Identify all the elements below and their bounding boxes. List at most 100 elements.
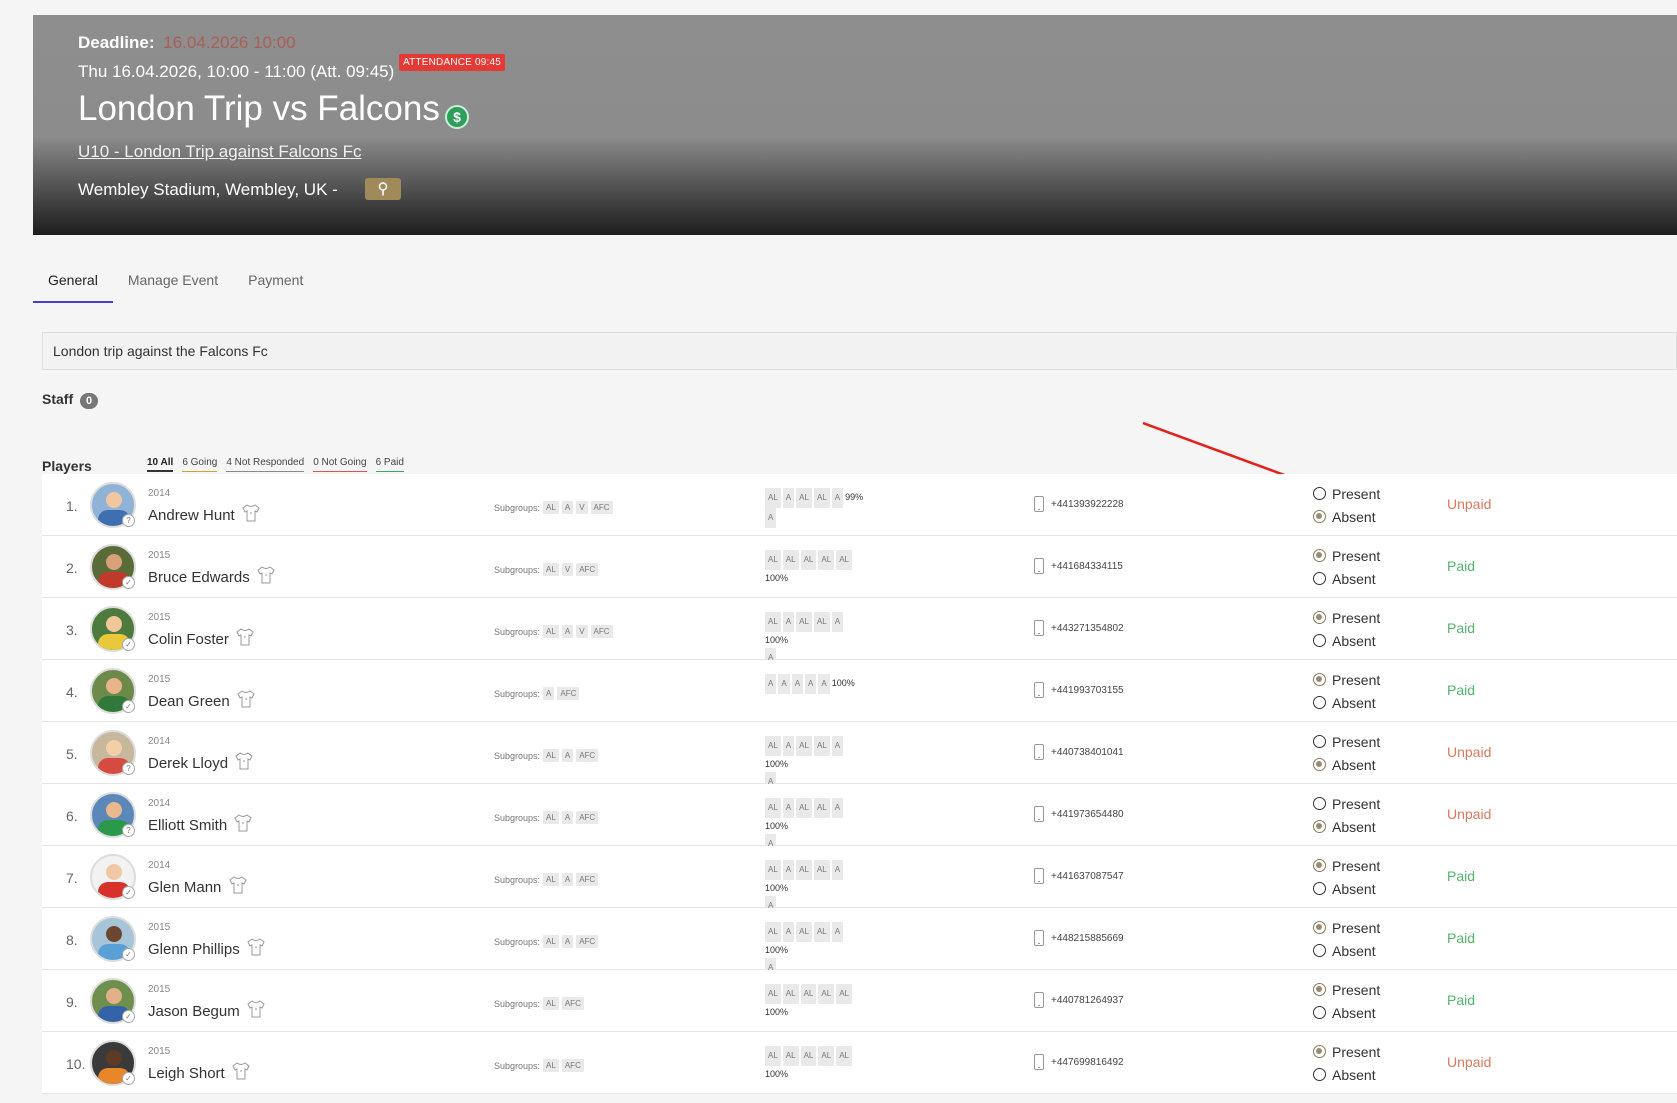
player-name[interactable]: Jason Begum [148,1003,240,1020]
jersey-icon[interactable] [236,689,256,709]
phone-number[interactable]: +440781264937 [1051,995,1124,1006]
absent-radio[interactable] [1313,944,1326,957]
absent-option[interactable]: Absent [1313,1001,1380,1024]
tag: A [831,612,844,632]
deadline-label: Deadline: [78,33,155,52]
player-phone: +448215885669 [1034,930,1124,946]
phone-number[interactable]: +448215885669 [1051,933,1124,944]
present-option[interactable]: Present [1313,482,1380,505]
absent-radio[interactable] [1313,696,1326,709]
payment-status[interactable]: Paid [1447,558,1475,574]
present-option[interactable]: Present [1313,668,1380,691]
phone-number[interactable]: +441637087547 [1051,871,1124,882]
present-option[interactable]: Present [1313,854,1380,877]
present-option[interactable]: Present [1313,730,1380,753]
absent-option[interactable]: Absent [1313,691,1380,714]
absent-radio[interactable] [1313,758,1326,771]
absent-radio[interactable] [1313,634,1326,647]
filter-paid[interactable]: 6 Paid [375,457,404,472]
filter-not-responded[interactable]: 4 Not Responded [226,457,305,472]
player-name[interactable]: Leigh Short [148,1065,225,1082]
phone-number[interactable]: +441973654480 [1051,809,1124,820]
payment-status[interactable]: Unpaid [1447,744,1491,760]
player-name[interactable]: Glen Mann [148,879,221,896]
present-option[interactable]: Present [1313,1040,1380,1063]
absent-radio[interactable] [1313,820,1326,833]
payment-status[interactable]: Paid [1447,868,1475,884]
absent-radio[interactable] [1313,1006,1326,1019]
payment-status[interactable]: Unpaid [1447,806,1491,822]
present-radio[interactable] [1313,549,1326,562]
player-number: 10. [66,1056,86,1072]
tag: A [561,873,574,886]
present-radio[interactable] [1313,797,1326,810]
present-radio[interactable] [1313,983,1326,996]
present-radio[interactable] [1313,611,1326,624]
payment-status[interactable]: Paid [1447,682,1475,698]
absent-option[interactable]: Absent [1313,815,1380,838]
present-option[interactable]: Present [1313,792,1380,815]
absent-option[interactable]: Absent [1313,877,1380,900]
absent-option[interactable]: Absent [1313,1063,1380,1086]
absent-option[interactable]: Absent [1313,567,1380,590]
jersey-icon[interactable] [228,875,248,895]
present-radio[interactable] [1313,735,1326,748]
phone-number[interactable]: +440738401041 [1051,747,1124,758]
player-name[interactable]: Dean Green [148,693,230,710]
player-filters: 10 All 6 Going 4 Not Responded 0 Not Goi… [147,457,404,472]
absent-radio[interactable] [1313,572,1326,585]
filter-all[interactable]: 10 All [147,457,174,472]
present-radio[interactable] [1313,1045,1326,1058]
absent-radio[interactable] [1313,882,1326,895]
tag: AL [782,984,799,1004]
absent-radio[interactable] [1313,1068,1326,1081]
jersey-icon[interactable] [235,627,255,647]
jersey-icon[interactable] [256,565,276,585]
tag: V [576,625,588,638]
jersey-icon[interactable] [233,813,253,833]
phone-number[interactable]: +441684334115 [1051,561,1123,572]
absent-option[interactable]: Absent [1313,505,1380,528]
tab-payment[interactable]: Payment [233,258,318,303]
player-name[interactable]: Derek Lloyd [148,755,228,772]
payment-status[interactable]: Paid [1447,930,1475,946]
player-name[interactable]: Glenn Phillips [148,941,240,958]
absent-option[interactable]: Absent [1313,629,1380,652]
jersey-icon[interactable] [241,503,261,523]
player-name[interactable]: Elliott Smith [148,817,227,834]
map-pin-button[interactable] [365,178,401,200]
tab-general[interactable]: General [33,258,113,303]
present-option[interactable]: Present [1313,544,1380,567]
player-year: 2014 [148,860,171,871]
jersey-icon[interactable] [231,1061,251,1081]
filter-going[interactable]: 6 Going [182,457,218,472]
team-event-link[interactable]: U10 - London Trip against Falcons Fc [78,142,361,162]
player-name[interactable]: Bruce Edwards [148,569,250,586]
present-option[interactable]: Present [1313,978,1380,1001]
absent-radio[interactable] [1313,510,1326,523]
present-radio[interactable] [1313,673,1326,686]
phone-number[interactable]: +443271354802 [1051,623,1124,634]
present-radio[interactable] [1313,487,1326,500]
present-option[interactable]: Present [1313,916,1380,939]
payment-status[interactable]: Paid [1447,620,1475,636]
player-name[interactable]: Andrew Hunt [148,507,235,524]
payment-status[interactable]: Unpaid [1447,496,1491,512]
absent-option[interactable]: Absent [1313,939,1380,962]
present-radio[interactable] [1313,921,1326,934]
absent-option[interactable]: Absent [1313,753,1380,776]
payment-status[interactable]: Paid [1447,992,1475,1008]
phone-number[interactable]: +447699816492 [1051,1057,1124,1068]
phone-number[interactable]: +441393922228 [1051,499,1124,510]
payment-status[interactable]: Unpaid [1447,1054,1491,1070]
jersey-icon[interactable] [246,937,266,957]
present-option[interactable]: Present [1313,606,1380,629]
phone-number[interactable]: +441993703155 [1051,685,1124,696]
tab-manage-event[interactable]: Manage Event [113,258,233,303]
filter-not-going[interactable]: 0 Not Going [313,457,367,472]
player-name[interactable]: Colin Foster [148,631,229,648]
present-radio[interactable] [1313,859,1326,872]
jersey-icon[interactable] [234,751,254,771]
tag: A [782,488,795,508]
jersey-icon[interactable] [246,999,266,1019]
